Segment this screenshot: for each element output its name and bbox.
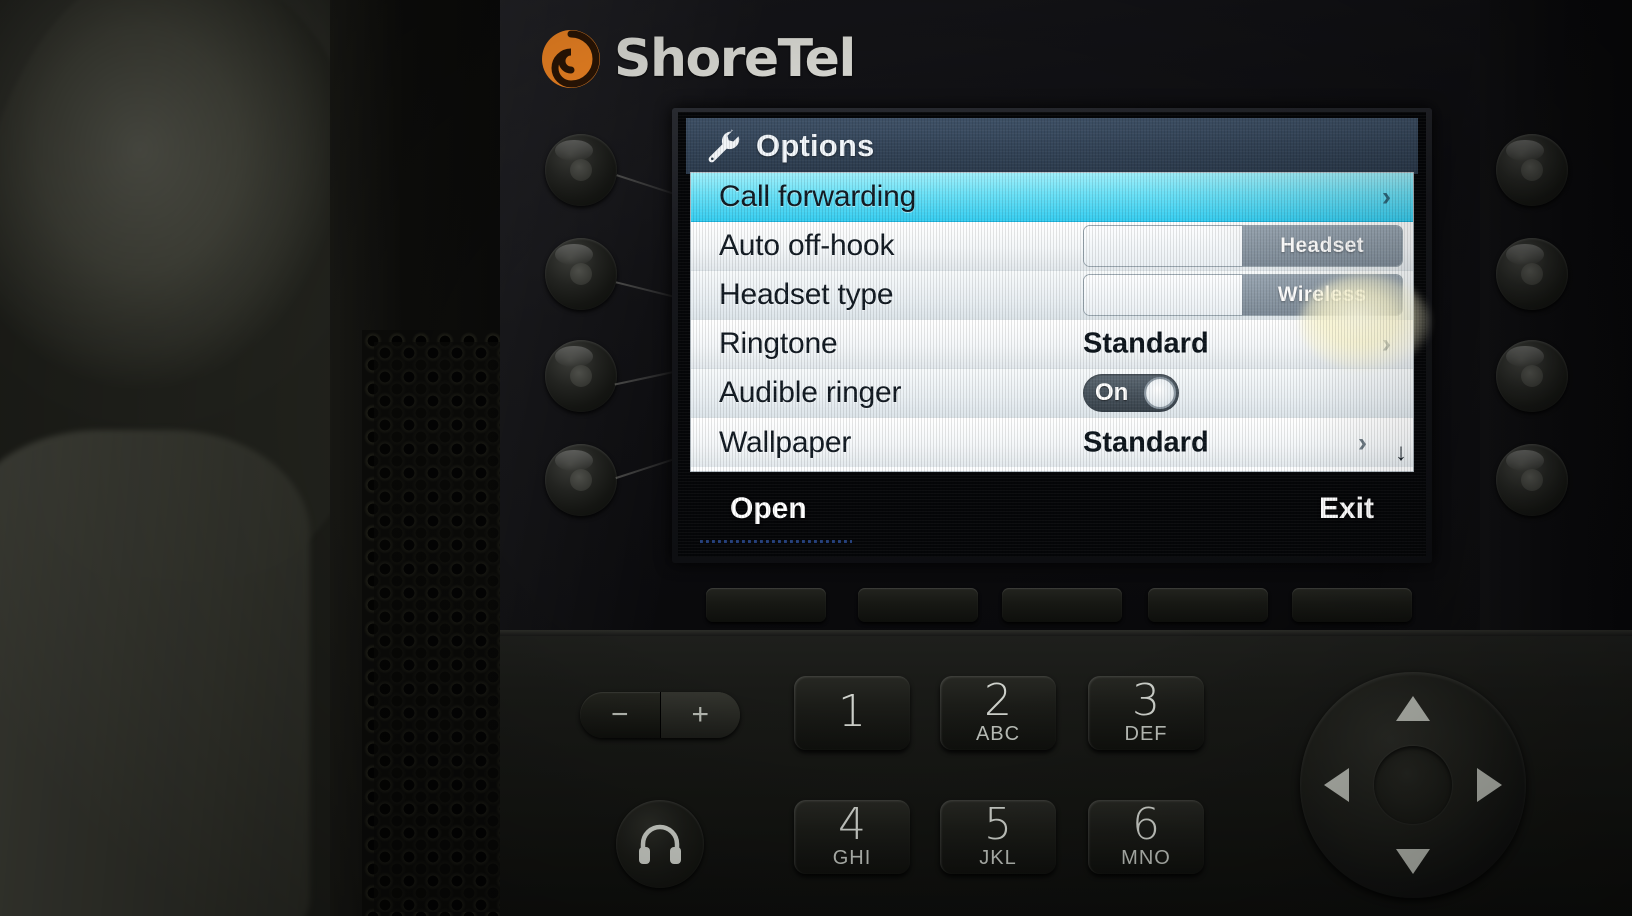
line-key-left-1[interactable] [545,134,617,206]
dial-key-letters: GHI [832,847,872,870]
menu-item-label: Call forwarding [719,180,917,213]
menu-item-value: Standard [1083,426,1209,458]
menu-item-audible-ringer[interactable]: Audible ringer On [691,369,1413,418]
headset-button[interactable] [616,800,704,888]
brand-name: ShoreTel [614,29,856,89]
selector-track-right: Wireless [1242,275,1402,315]
dial-key-digit: 3 [1132,674,1160,726]
arrow-left-icon[interactable] [1324,768,1349,802]
shoretel-swirl-icon [542,30,600,88]
line-key-left-2[interactable] [545,238,617,310]
arrow-down-icon[interactable] [1396,849,1430,874]
dial-key-digit: 1 [838,686,866,738]
selector-track-left [1084,226,1242,266]
dial-key-letters: MNO [1121,847,1171,870]
volume-down-button[interactable]: − [580,692,660,738]
softkey-button-5[interactable] [1292,588,1412,622]
line-key-left-3[interactable] [545,340,617,412]
menu-item-label: Headset type [719,278,894,311]
dial-key-digit: 5 [984,798,1012,850]
wrench-icon [708,129,740,163]
screen-artifact-line [700,540,852,543]
softkey-button-4[interactable] [1148,588,1268,622]
lcd-display: Options Call forwarding › Auto off-hook … [678,112,1426,557]
menu-item-value: Standard [1083,327,1209,360]
audible-ringer-toggle[interactable]: On [1083,374,1179,412]
dial-key-6[interactable]: 6 MNO [1088,800,1204,874]
toggle-state-label: On [1095,379,1129,406]
phone-right-bezel [1480,0,1632,640]
menu-item-label: Wallpaper [719,425,852,459]
headset-type-selector[interactable]: Wireless [1083,274,1403,316]
dial-key-5[interactable]: 5 JKL [940,800,1056,874]
menu-item-headset-type[interactable]: Headset type Wireless [691,271,1413,320]
dial-key-3[interactable]: 3 DEF [1088,676,1204,750]
arrow-up-icon[interactable] [1396,696,1430,721]
auto-off-hook-selector[interactable]: Headset [1083,225,1403,267]
dial-key-digit: 6 [1132,798,1160,850]
toggle-knob-icon [1144,377,1176,409]
dial-key-4[interactable]: 4 GHI [794,800,910,874]
selector-value: Wireless [1277,283,1367,306]
chevron-right-icon: › [1382,328,1391,359]
screen-title-bar: Options [686,118,1418,174]
dial-key-digit: 2 [984,674,1012,726]
select-center-button[interactable] [1374,746,1452,824]
dial-key-letters: ABC [975,723,1021,746]
dial-key-letters: DEF [1124,723,1168,746]
arrow-right-icon[interactable] [1477,768,1502,802]
menu-item-ringtone[interactable]: Ringtone Standard › [691,320,1413,369]
headset-icon [639,824,681,864]
dial-key-letters: JKL [979,847,1017,870]
softkey-label-bar: Open Exit [690,484,1414,546]
line-key-right-1[interactable] [1496,134,1568,206]
phone-photo: ShoreTel Options Call forwarding › Auto … [0,0,1632,916]
brand-logo: ShoreTel [540,28,856,90]
softkey-exit-label[interactable]: Exit [1319,492,1374,526]
line-key-right-2[interactable] [1496,238,1568,310]
menu-item-call-forwarding[interactable]: Call forwarding › [691,173,1413,222]
scroll-down-indicator-icon: ↓ [1395,439,1407,466]
selector-value: Headset [1280,234,1364,257]
page-title: Options [756,128,875,163]
selector-track-left [1084,275,1242,315]
softkey-button-3[interactable] [1002,588,1122,622]
line-key-left-4[interactable] [545,444,617,516]
volume-rocker[interactable]: − + [580,692,740,738]
menu-item-label: Auto off-hook [719,229,895,262]
selector-track-right: Headset [1242,226,1402,266]
chevron-right-icon: › [1358,427,1367,457]
handset-lower-body [0,430,310,916]
softkey-button-2[interactable] [858,588,978,622]
line-key-right-4[interactable] [1496,444,1568,516]
chevron-right-icon: › [1382,181,1391,212]
menu-item-auto-off-hook[interactable]: Auto off-hook Headset [691,222,1413,271]
dial-key-1[interactable]: 1 [794,676,910,750]
menu-item-label: Audible ringer [719,376,902,409]
menu-item-wallpaper[interactable]: Wallpaper Standard › ↓ [691,418,1413,467]
dial-key-digit: 4 [838,798,866,850]
menu-item-label: Ringtone [719,327,838,360]
softkey-button-1[interactable] [706,588,826,622]
softkey-open-label[interactable]: Open [730,492,807,526]
line-key-right-3[interactable] [1496,340,1568,412]
dial-key-2[interactable]: 2 ABC [940,676,1056,750]
volume-up-button[interactable]: + [659,692,740,738]
options-menu-list: Call forwarding › Auto off-hook Headset … [690,172,1414,472]
navigation-pad[interactable] [1300,672,1526,898]
